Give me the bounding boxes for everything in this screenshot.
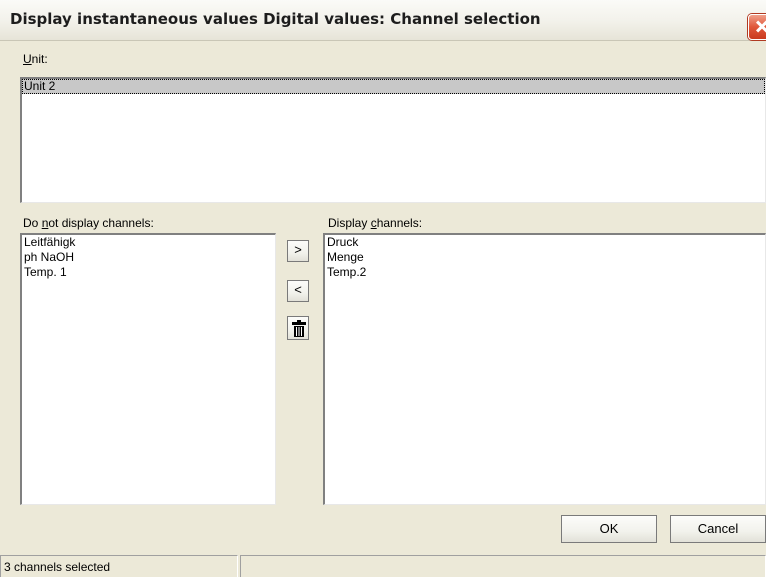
list-item[interactable]: Temp.2	[325, 265, 765, 280]
status-text: 3 channels selected	[0, 555, 238, 577]
unit-listbox[interactable]: Unit 2	[20, 77, 766, 203]
add-channel-button[interactable]: >	[287, 240, 309, 262]
list-item[interactable]: Menge	[325, 250, 765, 265]
status-bar: 3 channels selected	[0, 555, 766, 577]
list-item[interactable]: Leitfähigk	[22, 235, 275, 250]
list-item[interactable]: Druck	[325, 235, 765, 250]
dialog-window: Display instantaneous values Digital val…	[0, 0, 766, 577]
close-button[interactable]	[748, 14, 766, 40]
shown-channels-label: Display channels:	[328, 216, 423, 230]
status-pane	[240, 555, 766, 577]
cancel-button[interactable]: Cancel	[670, 515, 766, 543]
trash-icon	[292, 320, 306, 337]
hidden-channels-listbox[interactable]: Leitfähigk ph NaOH Temp. 1	[20, 233, 276, 505]
title-bar[interactable]: Display instantaneous values Digital val…	[0, 0, 766, 41]
list-item[interactable]: Unit 2	[22, 79, 765, 94]
list-item[interactable]: Temp. 1	[22, 265, 275, 280]
ok-button[interactable]: OK	[561, 515, 657, 543]
window-title: Display instantaneous values Digital val…	[10, 10, 541, 28]
list-item[interactable]: ph NaOH	[22, 250, 275, 265]
remove-channel-button[interactable]: <	[287, 280, 309, 302]
shown-channels-listbox[interactable]: Druck Menge Temp.2	[323, 233, 766, 505]
hidden-channels-label: Do not display channels:	[23, 216, 154, 230]
delete-channel-button[interactable]	[287, 316, 309, 340]
unit-label: Unit:	[23, 52, 48, 66]
